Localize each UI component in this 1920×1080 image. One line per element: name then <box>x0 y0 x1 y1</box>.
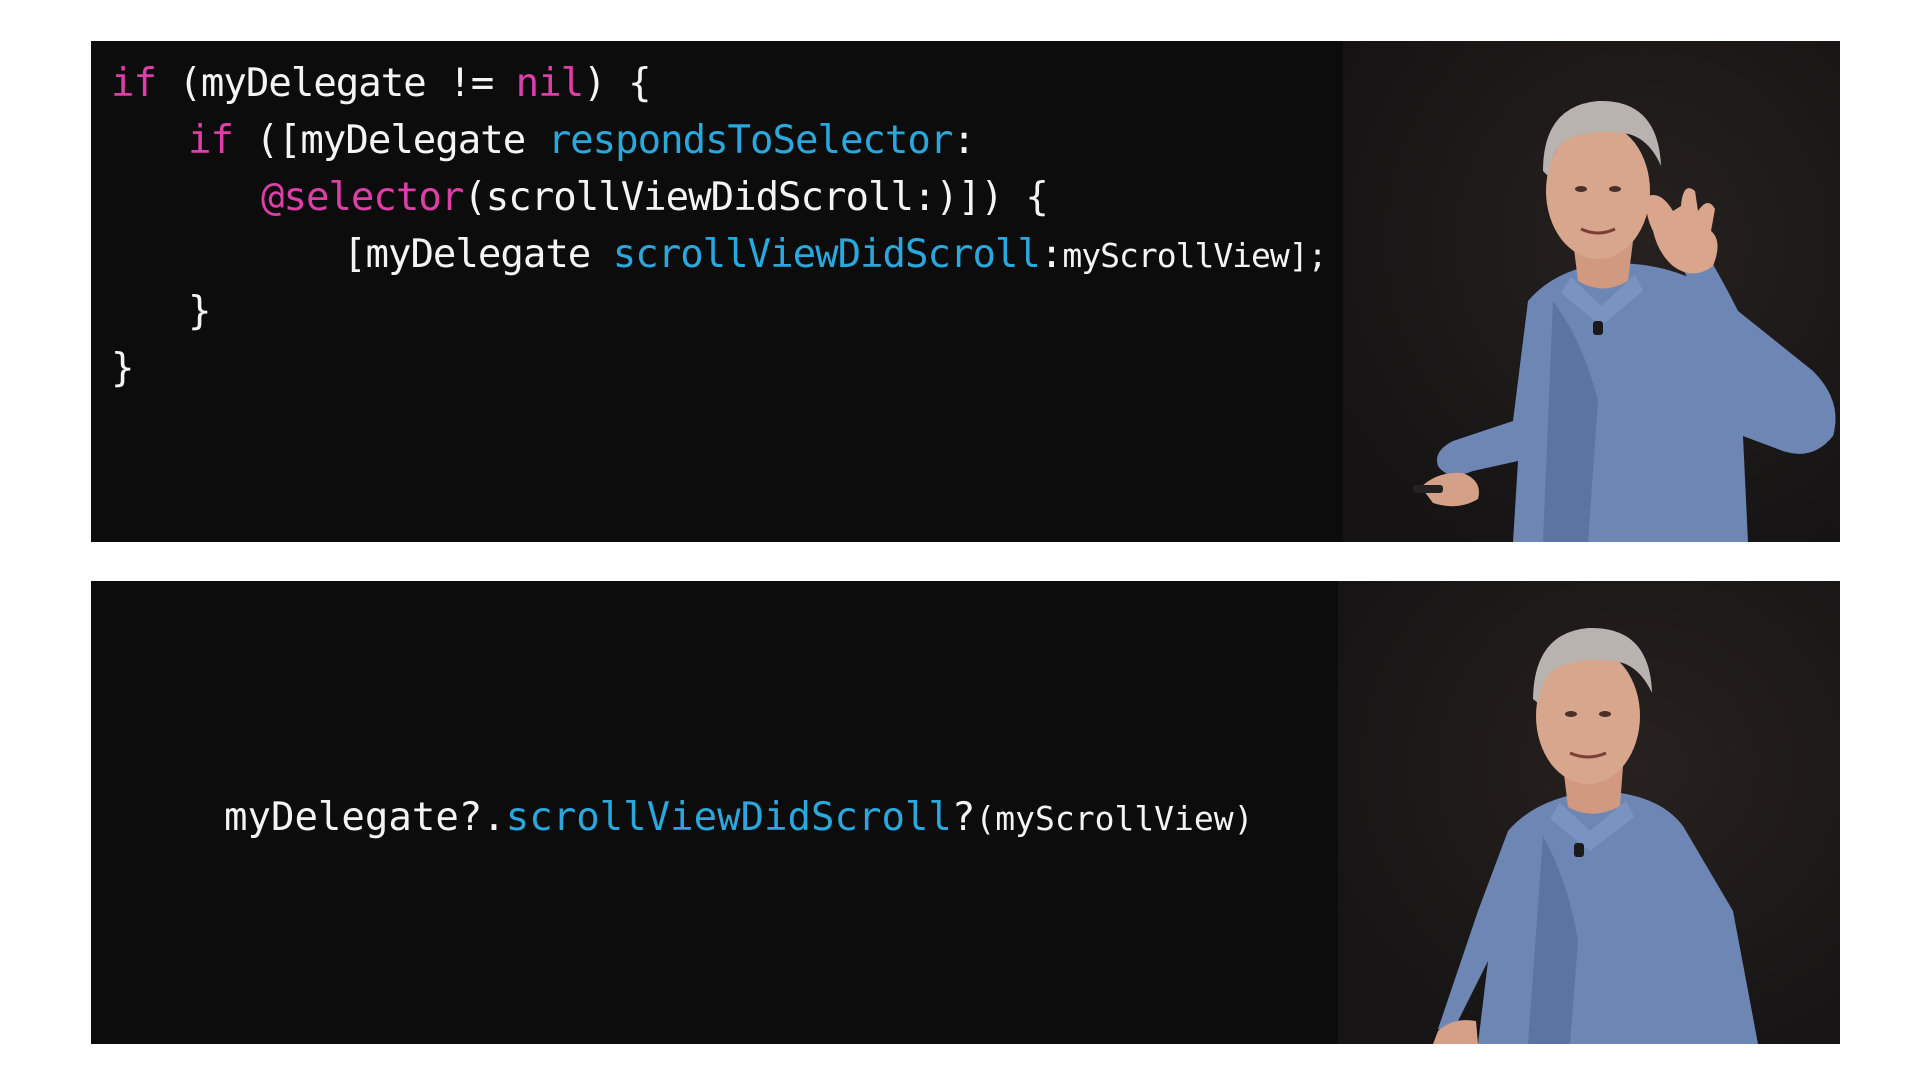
code-text: [myDelegate <box>343 232 613 277</box>
code-line-5: } <box>188 289 212 334</box>
code-text: (myDelegate != <box>155 61 516 106</box>
code-text: ? <box>951 795 976 840</box>
method-scroll-view-did-scroll: scrollViewDidScroll <box>612 232 1041 277</box>
swift-code-line: myDelegate?.scrollViewDidScroll?(myScrol… <box>224 795 1254 840</box>
keyword-selector: @selector <box>261 175 464 220</box>
code-text: myDelegate?. <box>224 795 506 840</box>
code-text: ) { <box>583 61 651 106</box>
code-line-3: @selector(scrollViewDidScroll:)]) { <box>261 175 1049 220</box>
code-line-4: [myDelegate scrollViewDidScroll:myScroll… <box>343 232 1328 277</box>
keyword-if: if <box>111 61 157 106</box>
code-closing-brace: } <box>188 289 212 334</box>
code-text: : <box>1039 232 1064 277</box>
video-frame-objective-c: if (myDelegate != nil) { if ([myDelegate… <box>91 41 1840 542</box>
code-closing-brace: } <box>111 346 135 391</box>
method-scroll-view-did-scroll: scrollViewDidScroll <box>505 795 952 840</box>
keyword-if: if <box>188 118 234 163</box>
presenter-gesturing-image <box>1343 41 1840 542</box>
presenter-stage <box>1343 41 1840 542</box>
presenter-standing-image <box>1338 581 1840 1044</box>
code-line-1: if (myDelegate != nil) { <box>111 61 652 106</box>
video-frame-swift: myDelegate?.scrollViewDidScroll?(myScrol… <box>91 581 1840 1044</box>
code-line-6: } <box>111 346 135 391</box>
code-argument: (myScrollView) <box>975 799 1254 838</box>
code-text: ([myDelegate <box>232 118 548 163</box>
code-text: (scrollViewDidScroll:)]) { <box>463 175 1048 220</box>
keyword-nil: nil <box>515 61 584 106</box>
code-text: : <box>952 118 976 163</box>
code-argument: myScrollView]; <box>1062 236 1327 275</box>
method-responds-to-selector: respondsToSelector <box>547 118 954 163</box>
code-line-2: if ([myDelegate respondsToSelector: <box>188 118 976 163</box>
presenter-stage <box>1338 581 1840 1044</box>
